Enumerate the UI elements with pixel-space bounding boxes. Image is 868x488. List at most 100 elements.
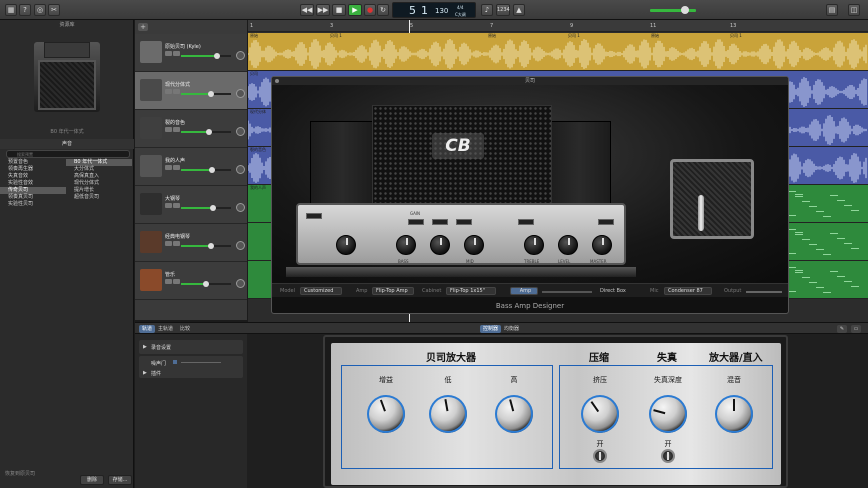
- solo-button[interactable]: [173, 203, 180, 208]
- track-volume-slider[interactable]: [181, 129, 231, 135]
- category-item[interactable]: 领奏真贝司: [0, 194, 66, 201]
- track-volume-knob[interactable]: [203, 281, 209, 287]
- track-volume-knob[interactable]: [205, 129, 212, 135]
- preset-item[interactable]: 提片增长: [66, 187, 132, 194]
- section-recording-settings[interactable]: ▶ 录音设置: [139, 340, 243, 354]
- category-item[interactable]: 传奇贝司: [0, 187, 66, 194]
- tab-track[interactable]: 轨道: [139, 325, 156, 333]
- tuner-icon[interactable]: ♪: [481, 4, 493, 16]
- solo-button[interactable]: [173, 165, 180, 170]
- preset-item[interactable]: 超低音贝司: [66, 194, 132, 201]
- track-volume-knob[interactable]: [214, 53, 220, 59]
- preset-item[interactable]: 高保真直入: [66, 173, 132, 180]
- mute-button[interactable]: [165, 51, 172, 56]
- track-volume-slider[interactable]: [181, 281, 231, 287]
- category-item[interactable]: 预置音色: [0, 159, 66, 166]
- amp-select[interactable]: Flip-Top Amp: [372, 287, 414, 295]
- track-volume-knob[interactable]: [209, 167, 215, 173]
- editors-icon[interactable]: ✂: [48, 4, 60, 16]
- notepad-icon[interactable]: ▤: [826, 4, 838, 16]
- delete-button[interactable]: 删除: [80, 475, 104, 485]
- preset-item[interactable]: 现代分体式: [66, 180, 132, 187]
- level-knob[interactable]: [558, 235, 578, 255]
- save-button[interactable]: 存储...: [108, 475, 132, 485]
- bass-knob[interactable]: [396, 235, 416, 255]
- category-item[interactable]: 失真音效: [0, 173, 66, 180]
- mute-button[interactable]: [165, 241, 172, 246]
- mid-knob[interactable]: [464, 235, 484, 255]
- category-item[interactable]: 实验性贝司: [0, 201, 66, 208]
- solo-button[interactable]: [173, 279, 180, 284]
- smart-knob[interactable]: [367, 395, 405, 433]
- solo-button[interactable]: [173, 241, 180, 246]
- toggle-switch[interactable]: [661, 449, 675, 463]
- mute-button[interactable]: [165, 203, 172, 208]
- noise-gate-slider[interactable]: [181, 362, 221, 363]
- tab-master-track[interactable]: 主轨道: [155, 325, 176, 333]
- play-button[interactable]: ▶: [348, 4, 362, 16]
- channel-switch-4[interactable]: [518, 219, 534, 225]
- track-header[interactable]: 现代分体式: [135, 72, 247, 110]
- track-header[interactable]: 大钢琴: [135, 186, 247, 224]
- ruler[interactable]: 1 3 5 7 9 11 13: [248, 20, 868, 32]
- track-header[interactable]: 原始贝司 (Kyle): [135, 34, 247, 72]
- bright-switch[interactable]: [598, 219, 614, 225]
- input-switch[interactable]: [306, 213, 322, 219]
- toggle-switch[interactable]: [593, 449, 607, 463]
- smart-knob[interactable]: [495, 395, 533, 433]
- track-pan-knob[interactable]: [236, 203, 245, 212]
- lcd-display[interactable]: 5 1 130 4/4 C大调: [392, 2, 476, 18]
- mute-button[interactable]: [165, 165, 172, 170]
- section-plugins[interactable]: 噪声门 ▶ 插件: [139, 356, 243, 378]
- gain-knob[interactable]: [336, 235, 356, 255]
- record-button[interactable]: ●: [364, 4, 376, 16]
- mute-button[interactable]: [165, 89, 172, 94]
- model-select[interactable]: Customized: [300, 287, 342, 295]
- amp-direct-slider[interactable]: [542, 291, 592, 293]
- channel-switch-1[interactable]: [408, 219, 424, 225]
- preset-item[interactable]: 大分体式: [66, 166, 132, 173]
- track-pan-knob[interactable]: [236, 89, 245, 98]
- track-header[interactable]: 裂的音色: [135, 110, 247, 148]
- master-volume-knob[interactable]: [681, 6, 689, 14]
- channel-switch-3[interactable]: [456, 219, 472, 225]
- tab-eq[interactable]: 均衡器: [501, 325, 522, 333]
- plugin-window[interactable]: 贝司 CB GAIN BASS MID TREBLE LEVEL MASTER …: [271, 76, 789, 314]
- pencil-icon[interactable]: ✎: [837, 325, 847, 333]
- track-volume-slider[interactable]: [181, 91, 231, 97]
- plugin-title[interactable]: 贝司: [272, 77, 788, 85]
- track-pan-knob[interactable]: [236, 279, 245, 288]
- close-icon[interactable]: [275, 79, 279, 83]
- preset-item[interactable]: B0 年代一体式: [66, 159, 132, 166]
- master-knob[interactable]: [592, 235, 612, 255]
- cycle-icon[interactable]: ↻: [377, 4, 389, 16]
- cabinet-select[interactable]: Flip-Top 1x15": [446, 287, 496, 295]
- track-volume-knob[interactable]: [208, 243, 214, 249]
- smart-knob[interactable]: [581, 395, 619, 433]
- library-icon[interactable]: ▦: [5, 4, 17, 16]
- help-icon[interactable]: ?: [19, 4, 31, 16]
- mute-button[interactable]: [165, 279, 172, 284]
- solo-button[interactable]: [173, 89, 180, 94]
- track-pan-knob[interactable]: [236, 51, 245, 60]
- solo-button[interactable]: [173, 51, 180, 56]
- library-search-input[interactable]: [6, 150, 130, 158]
- smart-controls-icon[interactable]: ◎: [34, 4, 46, 16]
- mute-button[interactable]: [165, 127, 172, 132]
- track-pan-knob[interactable]: [236, 165, 245, 174]
- category-item[interactable]: 实验性音效: [0, 180, 66, 187]
- track-volume-knob[interactable]: [210, 205, 216, 211]
- amp-toggle-button[interactable]: Amp: [510, 287, 538, 295]
- smart-knob[interactable]: [429, 395, 467, 433]
- tab-controls[interactable]: 控制器: [480, 325, 502, 333]
- solo-button[interactable]: [173, 127, 180, 132]
- smart-knob[interactable]: [649, 395, 687, 433]
- track-header[interactable]: 经典电钢琴: [135, 224, 247, 262]
- stop-button[interactable]: ■: [332, 4, 346, 16]
- rewind-button[interactable]: ◀◀: [300, 4, 314, 16]
- track-pan-knob[interactable]: [236, 127, 245, 136]
- mic-select[interactable]: Condenser 87: [664, 287, 712, 295]
- output-slider[interactable]: [746, 291, 782, 293]
- category-item[interactable]: 领奏再生器: [0, 166, 66, 173]
- track-header[interactable]: 管乐: [135, 262, 247, 300]
